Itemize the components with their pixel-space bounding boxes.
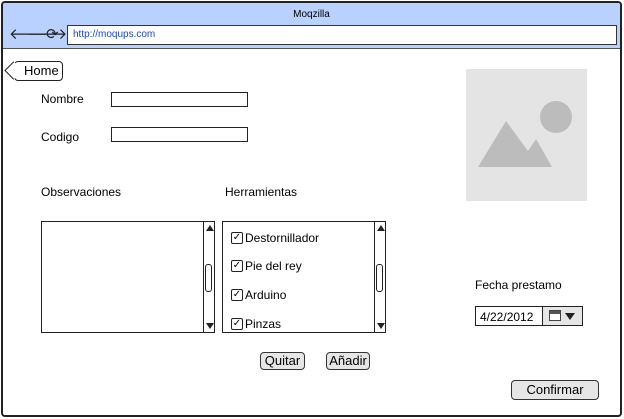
reload-icon[interactable]: ⟳ — [46, 27, 59, 42]
scroll-down-icon[interactable] — [206, 323, 214, 329]
herramientas-scrollbar[interactable] — [374, 222, 385, 332]
home-button[interactable]: Home — [4, 61, 63, 81]
quitar-button[interactable]: Quitar — [260, 352, 305, 370]
observaciones-textarea[interactable] — [41, 221, 215, 333]
codigo-input[interactable] — [111, 127, 248, 142]
address-bar[interactable]: http://moqups.com — [67, 25, 617, 45]
scroll-up-icon[interactable] — [206, 225, 214, 231]
calendar-icon — [549, 310, 561, 321]
caret-down-icon — [565, 313, 575, 320]
window-title: Moqzilla — [293, 9, 330, 20]
herramientas-list: ✓ Destornillador ✓ Pie del rey ✓ Arduino… — [222, 221, 386, 333]
home-button-arrow — [4, 61, 23, 80]
fecha-label: Fecha prestamo — [475, 278, 562, 292]
datepicker-button[interactable] — [542, 307, 582, 325]
scroll-up-icon[interactable] — [377, 225, 385, 231]
fecha-datepicker[interactable]: 4/22/2012 — [475, 306, 583, 326]
observaciones-scrollbar[interactable] — [203, 222, 214, 332]
herramienta-label: Arduino — [245, 288, 287, 302]
confirmar-button[interactable]: Confirmar — [511, 380, 599, 400]
herramienta-label: Pinzas — [245, 317, 282, 331]
observaciones-label: Observaciones — [41, 185, 122, 199]
codigo-label: Codigo — [41, 130, 80, 144]
check-icon[interactable]: ✓ — [231, 289, 243, 301]
scroll-thumb[interactable] — [205, 264, 212, 292]
url-text: http://moqups.com — [73, 29, 156, 40]
check-icon[interactable]: ✓ — [231, 232, 243, 244]
herramientas-label: Herramientas — [225, 185, 298, 199]
image-placeholder — [466, 69, 587, 201]
anadir-button[interactable]: Añadir — [326, 352, 370, 370]
fecha-value: 4/22/2012 — [480, 310, 534, 324]
browser-window: Moqzilla 🡐 🡒 ⟳ http://moqups.com Home No… — [1, 1, 622, 417]
home-button-label: Home — [24, 63, 59, 78]
scroll-thumb[interactable] — [376, 264, 383, 292]
check-icon[interactable]: ✓ — [231, 260, 243, 272]
herramienta-label: Destornillador — [245, 231, 320, 245]
nombre-input[interactable] — [111, 92, 248, 107]
check-icon[interactable]: ✓ — [231, 318, 243, 330]
browser-titlebar: Moqzilla 🡐 🡒 ⟳ http://moqups.com — [3, 3, 620, 49]
nombre-label: Nombre — [41, 92, 84, 106]
image-placeholder-icon — [478, 101, 572, 167]
herramienta-label: Pie del rey — [245, 259, 302, 273]
scroll-down-icon[interactable] — [377, 323, 385, 329]
